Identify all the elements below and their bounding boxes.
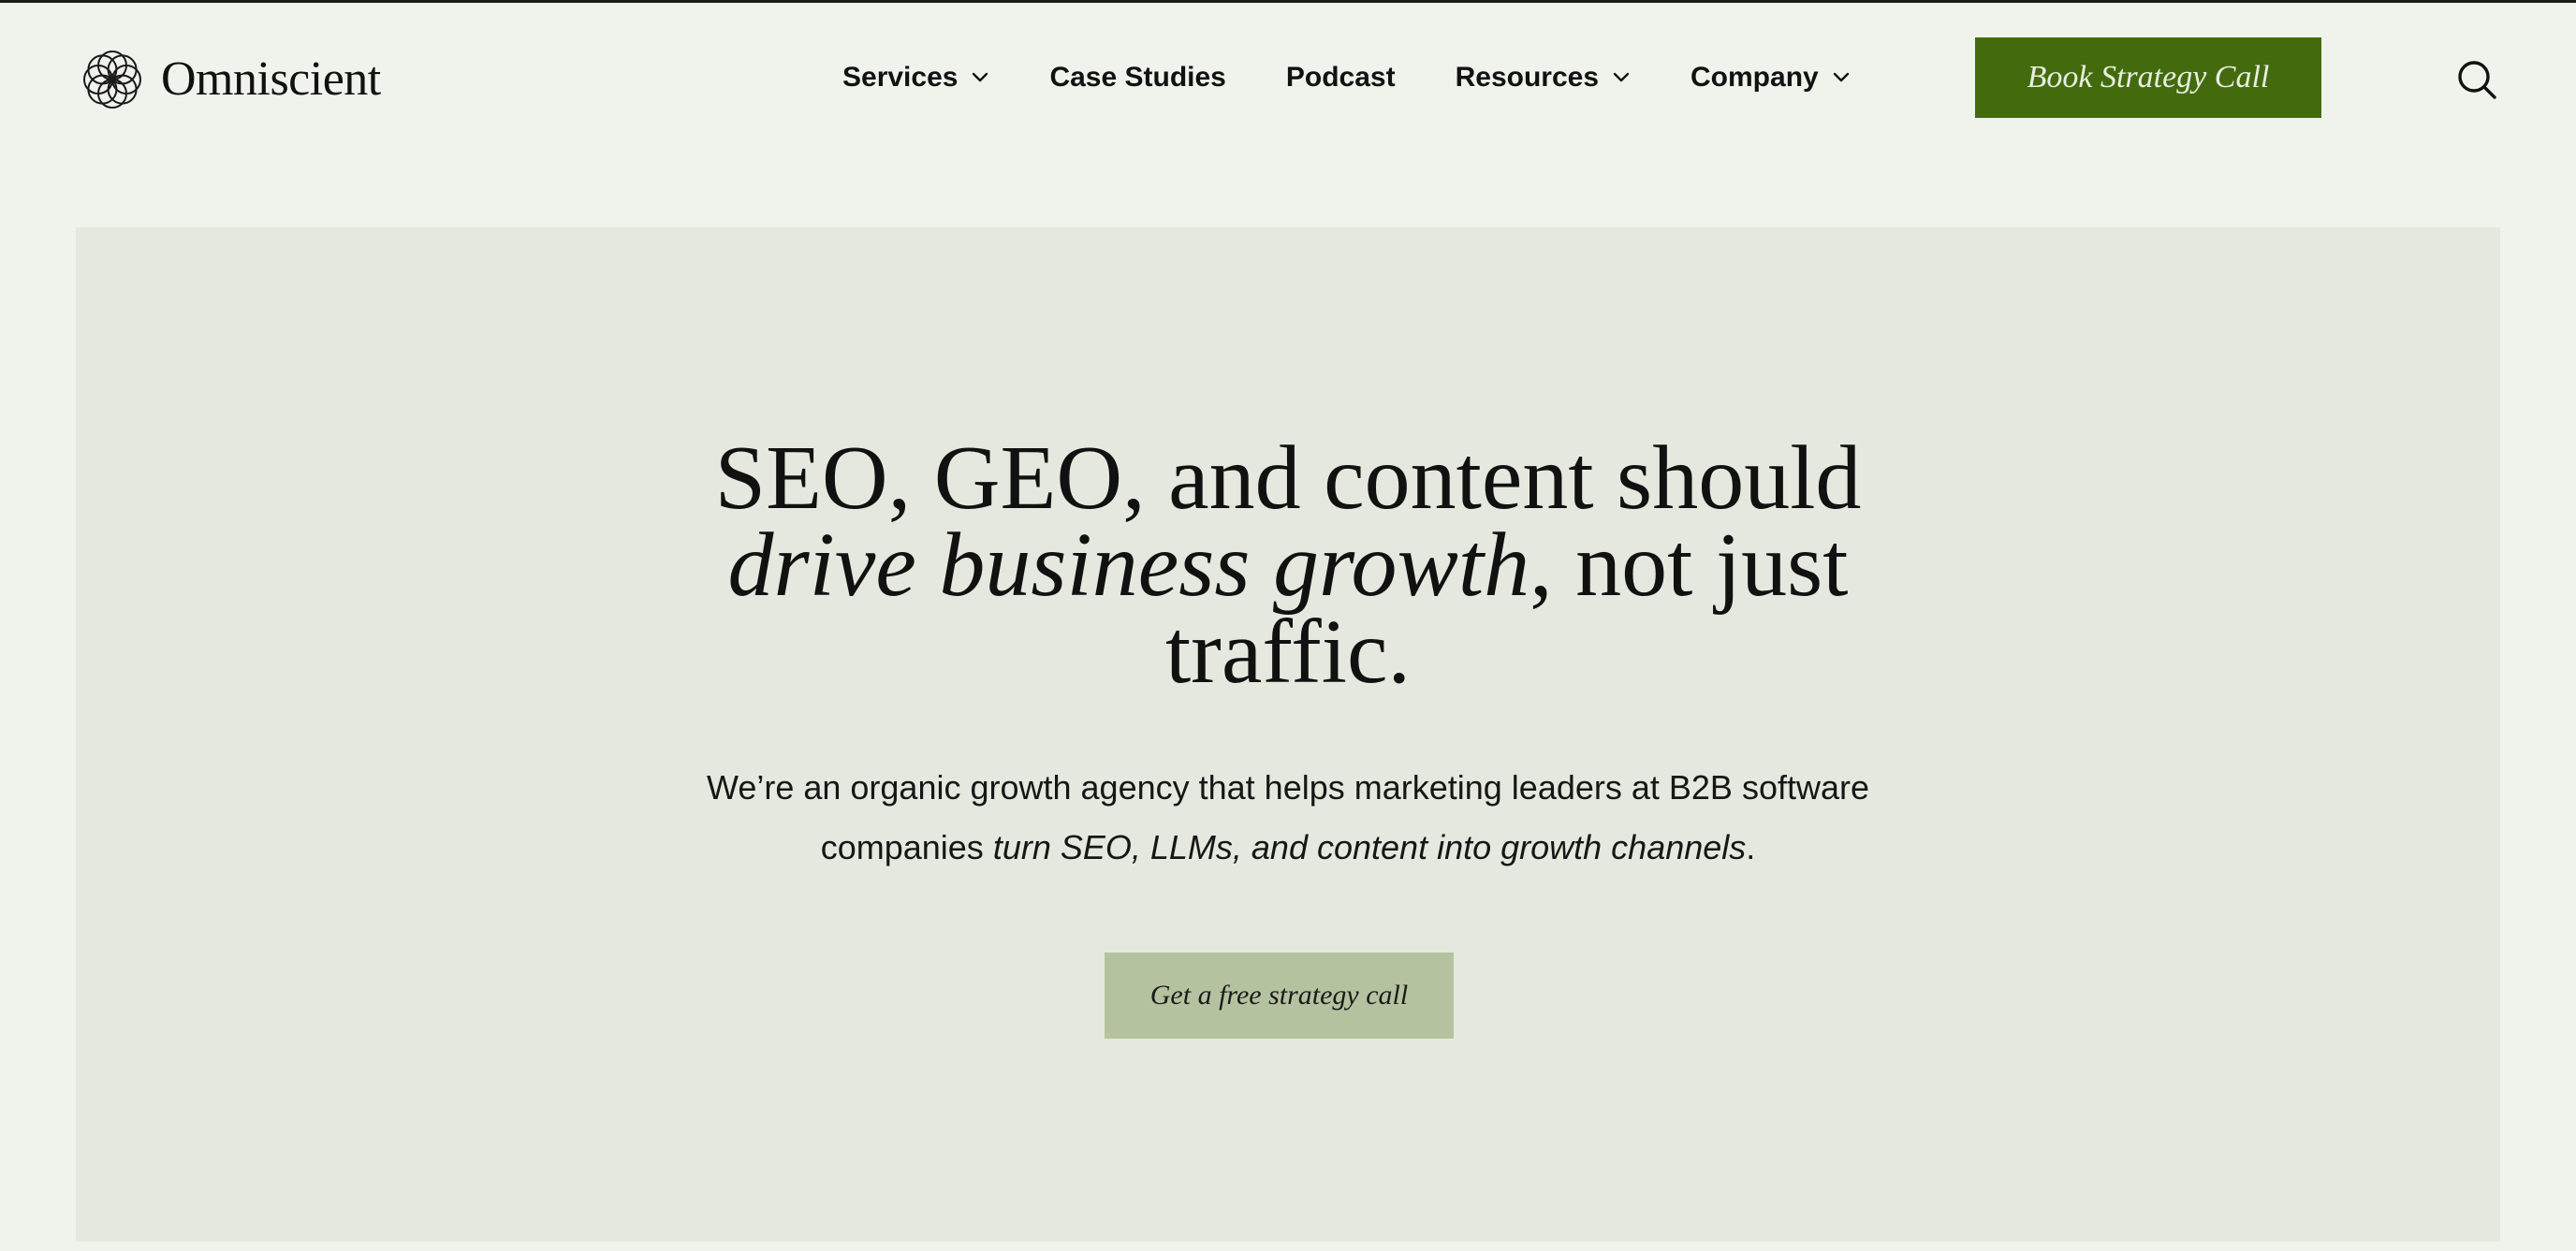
hero-headline-text: , not just	[1530, 515, 1849, 616]
nav-item-label: Resources	[1455, 62, 1600, 93]
nav-item-label: Case Studies	[1049, 62, 1226, 93]
hero-headline-line: SEO, GEO, and content should	[714, 428, 1862, 529]
search-icon	[2458, 61, 2496, 99]
logo-mark-icon	[79, 46, 146, 113]
main-nav: Services Case Studies Podcast Resources …	[842, 51, 1851, 104]
chevron-down-icon	[1833, 72, 1849, 82]
nav-item-label: Company	[1690, 62, 1819, 93]
nav-item-company[interactable]: Company	[1690, 62, 1851, 94]
chevron-down-icon	[973, 72, 988, 82]
hero-headline-emphasis: drive business growth	[727, 515, 1530, 616]
site-header: Omniscient Services Case Studies Podcast…	[0, 3, 2576, 151]
hero-headline: SEO, GEO, and content should drive busin…	[76, 428, 2500, 703]
hero-subtitle: We’re an organic growth agency that help…	[76, 758, 2500, 878]
nav-item-case-studies[interactable]: Case Studies	[1049, 62, 1225, 94]
nav-item-resources[interactable]: Resources	[1456, 62, 1631, 94]
hero-headline-line: traffic.	[1164, 602, 1412, 703]
hero-subtitle-line: companies turn SEO, LLMs, and content in…	[76, 818, 2500, 878]
hero-subtitle-emphasis: turn SEO, LLMs, and content into growth …	[992, 828, 1747, 866]
book-strategy-call-button[interactable]: Book Strategy Call	[1975, 37, 2321, 118]
nav-item-label: Podcast	[1285, 62, 1396, 93]
nav-item-services[interactable]: Services	[842, 62, 989, 94]
brand-logo-link[interactable]: Omniscient	[79, 44, 381, 114]
hero-subtitle-text: .	[1746, 828, 1756, 866]
hero-headline-line: drive business growth, not just	[76, 519, 2500, 611]
chevron-down-icon	[1613, 72, 1630, 82]
hero-subtitle-line: We’re an organic growth agency that help…	[707, 768, 1869, 807]
hero-subtitle-text: companies	[820, 828, 993, 866]
get-free-strategy-call-button[interactable]: Get a free strategy call	[1105, 953, 1454, 1039]
hero-section: SEO, GEO, and content should drive busin…	[76, 227, 2500, 1242]
nav-item-label: Services	[842, 62, 959, 93]
search-button[interactable]	[2454, 57, 2499, 102]
brand-name: Omniscient	[161, 51, 381, 106]
nav-item-podcast[interactable]: Podcast	[1286, 62, 1396, 94]
